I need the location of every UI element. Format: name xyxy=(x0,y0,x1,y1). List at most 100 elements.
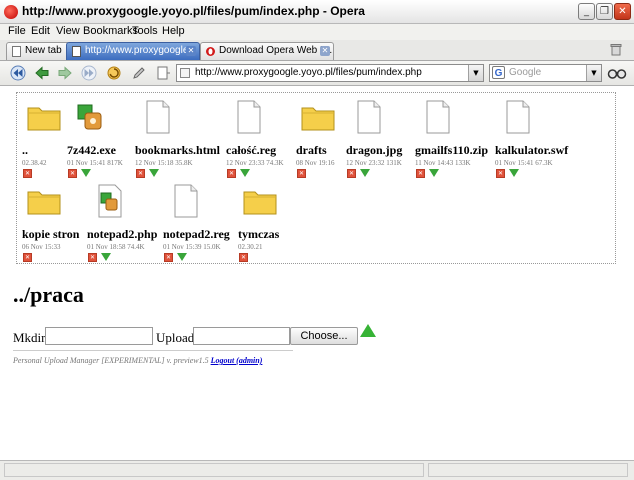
download-icon[interactable] xyxy=(509,169,519,177)
file-name[interactable]: drafts xyxy=(296,143,327,158)
file-name[interactable]: gmailfs110.zip xyxy=(415,143,488,158)
file-name[interactable]: notepad2.php xyxy=(87,227,157,242)
delete-icon[interactable]: ✕ xyxy=(347,169,356,178)
footer: Personal Upload Manager [EXPERIMENTAL] v… xyxy=(13,356,262,365)
file-meta: 02.38.42 xyxy=(22,159,47,167)
delete-icon[interactable]: ✕ xyxy=(239,253,248,262)
tab-bar: New tab http://www.proxygoogle... ✕ Down… xyxy=(0,40,634,61)
delete-icon[interactable]: ✕ xyxy=(23,253,32,262)
upload-file-input[interactable] xyxy=(193,327,290,345)
edit-icon[interactable] xyxy=(131,65,147,81)
file-meta: 11 Nov 14:43 133K xyxy=(415,159,471,167)
address-bar[interactable]: http://www.proxygoogle.yoyo.pl/files/pum… xyxy=(176,64,484,82)
download-icon[interactable] xyxy=(101,253,111,261)
delete-icon[interactable]: ✕ xyxy=(23,169,32,178)
delete-icon[interactable]: ✕ xyxy=(496,169,505,178)
file-meta: 12 Nov 23:33 74.3K xyxy=(226,159,284,167)
status-cell xyxy=(4,463,424,477)
download-icon[interactable] xyxy=(240,169,250,177)
tab-download-opera[interactable]: Download Opera Web Br... ✕ xyxy=(200,42,334,60)
file-name[interactable]: dragon.jpg xyxy=(346,143,402,158)
file-name[interactable]: .. xyxy=(22,143,28,158)
file-name[interactable]: bookmarks.html xyxy=(135,143,220,158)
menu-view[interactable]: View xyxy=(56,25,80,37)
exe-icon xyxy=(98,184,122,218)
file-meta: 06 Nov 15:33 xyxy=(22,243,61,251)
folder-icon xyxy=(27,191,61,215)
delete-icon[interactable]: ✕ xyxy=(88,253,97,262)
exe-icon xyxy=(77,104,102,130)
delete-icon[interactable]: ✕ xyxy=(227,169,236,178)
folder-icon xyxy=(301,107,335,131)
delete-icon[interactable]: ✕ xyxy=(68,169,77,178)
file-name[interactable]: notepad2.reg xyxy=(163,227,230,242)
file-name[interactable]: tymczas xyxy=(238,227,279,242)
address-input[interactable]: http://www.proxygoogle.yoyo.pl/files/pum… xyxy=(195,67,422,78)
file-name[interactable]: 7z442.exe xyxy=(67,143,116,158)
upload-icon[interactable] xyxy=(360,324,376,337)
menu-tools[interactable]: Tools xyxy=(132,25,158,37)
close-window-button[interactable]: ✕ xyxy=(614,3,631,20)
forward-icon[interactable] xyxy=(57,65,73,81)
tab-proxygoogle[interactable]: http://www.proxygoogle... ✕ xyxy=(66,42,200,60)
file-meta: 01 Nov 15:39 15.0K xyxy=(163,243,221,251)
footer-text: Personal Upload Manager [EXPERIMENTAL] v… xyxy=(13,356,211,365)
google-icon[interactable]: G xyxy=(492,66,505,79)
file-name[interactable]: całość.reg xyxy=(226,143,276,158)
chevron-down-icon[interactable]: ▼ xyxy=(586,65,601,81)
file-name[interactable]: kopie stron xyxy=(22,227,79,242)
page-icon xyxy=(12,46,21,57)
choose-file-button[interactable]: Choose... xyxy=(290,327,358,345)
menu-bookmarks[interactable]: Bookmarks xyxy=(83,25,138,37)
search-input[interactable]: Google xyxy=(509,67,541,78)
download-icon[interactable] xyxy=(429,169,439,177)
delete-icon[interactable]: ✕ xyxy=(297,169,306,178)
delete-icon[interactable]: ✕ xyxy=(416,169,425,178)
restore-button[interactable]: ❐ xyxy=(596,3,613,20)
close-tab-icon[interactable]: ✕ xyxy=(320,46,330,56)
trash-icon[interactable] xyxy=(610,43,622,56)
logout-link[interactable]: Logout (admin) xyxy=(211,356,263,365)
tab-label: Download Opera Web Br... xyxy=(219,45,334,56)
search-box[interactable]: G Google ▼ xyxy=(489,64,602,82)
menu-bar: File Edit View Bookmarks Tools Help xyxy=(0,24,634,40)
page-icon xyxy=(180,68,190,78)
page-icon xyxy=(72,46,81,57)
minimize-button[interactable]: _ xyxy=(578,3,595,20)
status-cell xyxy=(428,463,628,477)
binoculars-icon[interactable] xyxy=(607,65,627,81)
status-bar xyxy=(0,460,634,480)
home-icon[interactable] xyxy=(155,65,171,81)
folder-icon xyxy=(27,107,61,131)
menu-edit[interactable]: Edit xyxy=(31,25,50,37)
tab-label: New tab xyxy=(25,45,62,56)
file-icon xyxy=(506,100,530,134)
rewind-icon[interactable] xyxy=(10,65,26,81)
reload-icon[interactable] xyxy=(106,65,122,81)
file-meta: 02.30.21 xyxy=(238,243,263,251)
menu-file[interactable]: File xyxy=(8,25,26,37)
file-icon xyxy=(357,100,381,134)
chevron-down-icon[interactable]: ▼ xyxy=(468,65,483,81)
tab-new-tab[interactable]: New tab xyxy=(6,42,70,60)
opera-logo-icon xyxy=(4,5,18,19)
close-tab-icon[interactable]: ✕ xyxy=(186,46,196,56)
folder-icon xyxy=(243,191,277,215)
menu-help[interactable]: Help xyxy=(162,25,185,37)
download-icon[interactable] xyxy=(360,169,370,177)
file-meta: 12 Nov 15:18 35.8K xyxy=(135,159,193,167)
back-icon[interactable] xyxy=(34,65,50,81)
download-icon[interactable] xyxy=(177,253,187,261)
file-name[interactable]: kalkulator.swf xyxy=(495,143,568,158)
file-icon xyxy=(237,100,261,134)
file-list: .. 02.38.42 ✕ 7z442.exe 01 Nov 15:41 817… xyxy=(16,92,616,264)
delete-icon[interactable]: ✕ xyxy=(136,169,145,178)
file-meta: 12 Nov 23:32 131K xyxy=(346,159,402,167)
delete-icon[interactable]: ✕ xyxy=(164,253,173,262)
window-title: http://www.proxygoogle.yoyo.pl/files/pum… xyxy=(22,4,365,18)
download-icon[interactable] xyxy=(81,169,91,177)
download-icon[interactable] xyxy=(149,169,159,177)
fast-forward-icon[interactable] xyxy=(81,65,97,81)
mkdir-input[interactable] xyxy=(45,327,153,345)
file-icon xyxy=(426,100,450,134)
